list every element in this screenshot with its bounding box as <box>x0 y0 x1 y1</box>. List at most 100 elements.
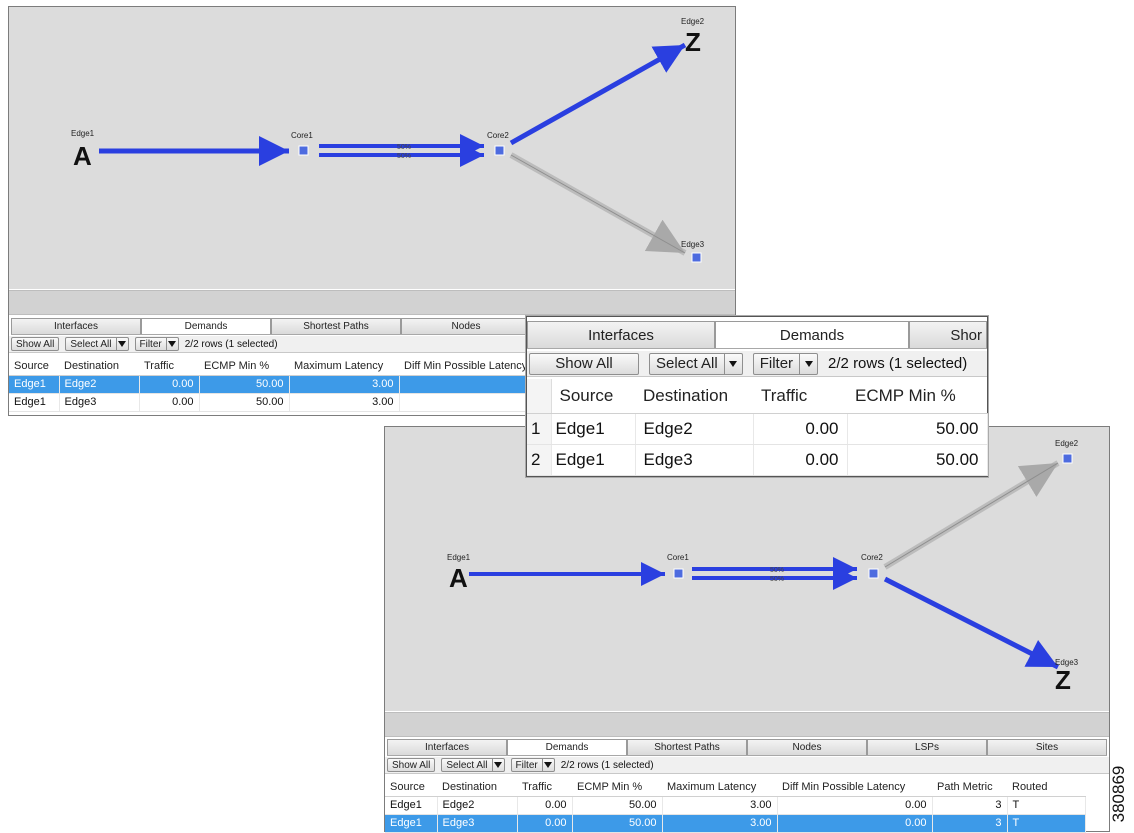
show-all-button[interactable]: Show All <box>387 758 436 772</box>
chevron-down-icon <box>115 338 128 350</box>
select-all-label: Select All <box>446 759 488 771</box>
cell-row-index: 1 <box>527 413 552 445</box>
cell-traffic: 0.00 <box>139 375 200 394</box>
cell-traffic: 0.00 <box>753 444 848 476</box>
cell-destination: Edge2 <box>59 375 140 394</box>
col-header[interactable]: Destination <box>59 357 139 376</box>
col-header[interactable]: Source <box>551 379 635 414</box>
cell-source: Edge1 <box>551 413 636 445</box>
chevron-down-icon <box>165 338 178 350</box>
tab-demands[interactable]: Demands <box>141 318 271 334</box>
tab-interfaces[interactable]: Interfaces <box>387 739 507 755</box>
cell-path-metric: 3 <box>932 796 1008 815</box>
topology-canvas[interactable]: 50% 50% Edge1 Core1 Core2 Edge2 Edge3 A … <box>9 7 735 289</box>
col-header[interactable]: Diff Min Possible Latency <box>777 778 932 797</box>
splitter[interactable] <box>385 712 1109 737</box>
col-header[interactable]: Traffic <box>517 778 572 797</box>
table-header-row: Source Destination Traffic ECMP Min % Ma… <box>9 357 529 376</box>
splitter[interactable] <box>9 290 735 315</box>
demands-table-zoom: Source Destination Traffic ECMP Min % 1 … <box>527 379 988 476</box>
col-header[interactable]: ECMP Min % <box>199 357 289 376</box>
node-core2[interactable] <box>494 145 505 156</box>
table-row[interactable]: 2 Edge1 Edge3 0.00 50.00 <box>527 444 988 476</box>
table-row[interactable]: Edge1 Edge2 0.00 50.00 3.00 <box>9 375 530 394</box>
node-label-edge1: Edge1 <box>71 129 95 138</box>
node-label-core1: Core1 <box>667 553 689 562</box>
table-row[interactable]: Edge1 Edge3 0.00 50.00 3.00 <box>9 393 530 412</box>
table-header-row: Source Destination Traffic ECMP Min % Ma… <box>385 778 1085 797</box>
select-all-dropdown[interactable]: Select All <box>65 337 129 351</box>
ecmp-label-2: 50% <box>397 153 411 160</box>
cell-diff-min: 0.00 <box>777 814 933 833</box>
link-core2-edge3[interactable] <box>883 576 1060 670</box>
tab-shortest-paths[interactable]: Shortest Paths <box>627 739 747 755</box>
row-index-header <box>527 379 552 414</box>
col-header[interactable]: Traffic <box>139 357 199 376</box>
node-label-edge2: Edge2 <box>681 17 705 26</box>
tab-nodes[interactable]: Nodes <box>401 318 531 334</box>
node-label-edge2: Edge2 <box>1055 439 1079 448</box>
table-toolbar: Show All Select All Filter 2/2 rows (1 s… <box>385 757 1109 774</box>
col-header[interactable]: ECMP Min % <box>847 379 987 414</box>
cell-source: Edge1 <box>551 444 636 476</box>
node-core1[interactable] <box>673 568 684 579</box>
col-header[interactable]: Path Metric <box>932 778 1007 797</box>
cell-traffic: 0.00 <box>139 393 200 412</box>
cell-traffic: 0.00 <box>753 413 848 445</box>
link-core2-edge2[interactable] <box>509 42 687 146</box>
col-header[interactable]: Maximum Latency <box>662 778 777 797</box>
select-all-label: Select All <box>656 355 718 372</box>
node-core2[interactable] <box>868 568 879 579</box>
cell-destination: Edge3 <box>437 814 518 833</box>
tab-lsps[interactable]: LSPs <box>867 739 987 755</box>
col-header[interactable]: Diff Min Possible Latency <box>399 357 529 376</box>
filter-label: Filter <box>759 355 794 372</box>
tab-nodes[interactable]: Nodes <box>747 739 867 755</box>
tab-shortest-paths[interactable]: Shortest Paths <box>271 318 401 334</box>
figure-id-text: 380869 <box>1109 765 1128 823</box>
node-label-core2: Core2 <box>861 553 883 562</box>
node-label-core1: Core1 <box>291 131 313 140</box>
ecmp-label-1: 50% <box>397 144 411 151</box>
tab-demands[interactable]: Demands <box>507 739 627 755</box>
col-header[interactable]: Traffic <box>753 379 847 414</box>
tab-bar: Interfaces Demands Shortest Paths Nodes <box>11 318 531 335</box>
table-row[interactable]: Edge1 Edge3 0.00 50.00 3.00 0.00 3 T <box>385 814 1086 833</box>
filter-dropdown[interactable]: Filter <box>134 337 179 351</box>
tab-interfaces[interactable]: Interfaces <box>527 321 715 348</box>
col-header[interactable]: Source <box>385 778 437 797</box>
destination-marker: Z <box>1055 665 1071 695</box>
col-header[interactable]: Maximum Latency <box>289 357 399 376</box>
filter-dropdown[interactable]: Filter <box>510 758 555 772</box>
node-edge2[interactable] <box>1062 453 1073 464</box>
node-edge3[interactable] <box>691 252 702 263</box>
tab-demands[interactable]: Demands <box>715 321 909 348</box>
show-all-button[interactable]: Show All <box>529 352 639 375</box>
col-header[interactable]: Routed <box>1007 778 1085 797</box>
cell-destination: Edge2 <box>437 796 518 815</box>
filter-dropdown[interactable]: Filter <box>752 352 819 375</box>
cell-ecmp-min: 50.00 <box>199 393 290 412</box>
select-all-dropdown[interactable]: Select All <box>441 758 505 772</box>
show-all-button[interactable]: Show All <box>11 337 60 351</box>
tab-bar: Interfaces Demands Shor <box>527 321 987 349</box>
cell-ecmp-min: 50.00 <box>572 814 663 833</box>
tab-interfaces[interactable]: Interfaces <box>11 318 141 334</box>
cell-max-latency: 3.00 <box>289 375 400 394</box>
figure-id: 380869 <box>1108 760 1130 830</box>
cell-traffic: 0.00 <box>517 796 573 815</box>
col-header[interactable]: ECMP Min % <box>572 778 662 797</box>
node-label-core2: Core2 <box>487 131 509 140</box>
cell-destination: Edge2 <box>635 413 754 445</box>
table-row[interactable]: Edge1 Edge2 0.00 50.00 3.00 0.00 3 T <box>385 796 1086 815</box>
col-header[interactable]: Source <box>9 357 59 376</box>
rows-status: 2/2 rows (1 selected) <box>184 338 278 350</box>
tab-sites[interactable]: Sites <box>987 739 1107 755</box>
demands-table: Source Destination Traffic ECMP Min % Ma… <box>385 778 1086 833</box>
col-header[interactable]: Destination <box>635 379 753 414</box>
node-core1[interactable] <box>298 145 309 156</box>
select-all-dropdown[interactable]: Select All <box>649 352 743 375</box>
table-row[interactable]: 1 Edge1 Edge2 0.00 50.00 <box>527 413 988 445</box>
col-header[interactable]: Destination <box>437 778 517 797</box>
tab-shortest-paths[interactable]: Shor <box>909 321 987 348</box>
